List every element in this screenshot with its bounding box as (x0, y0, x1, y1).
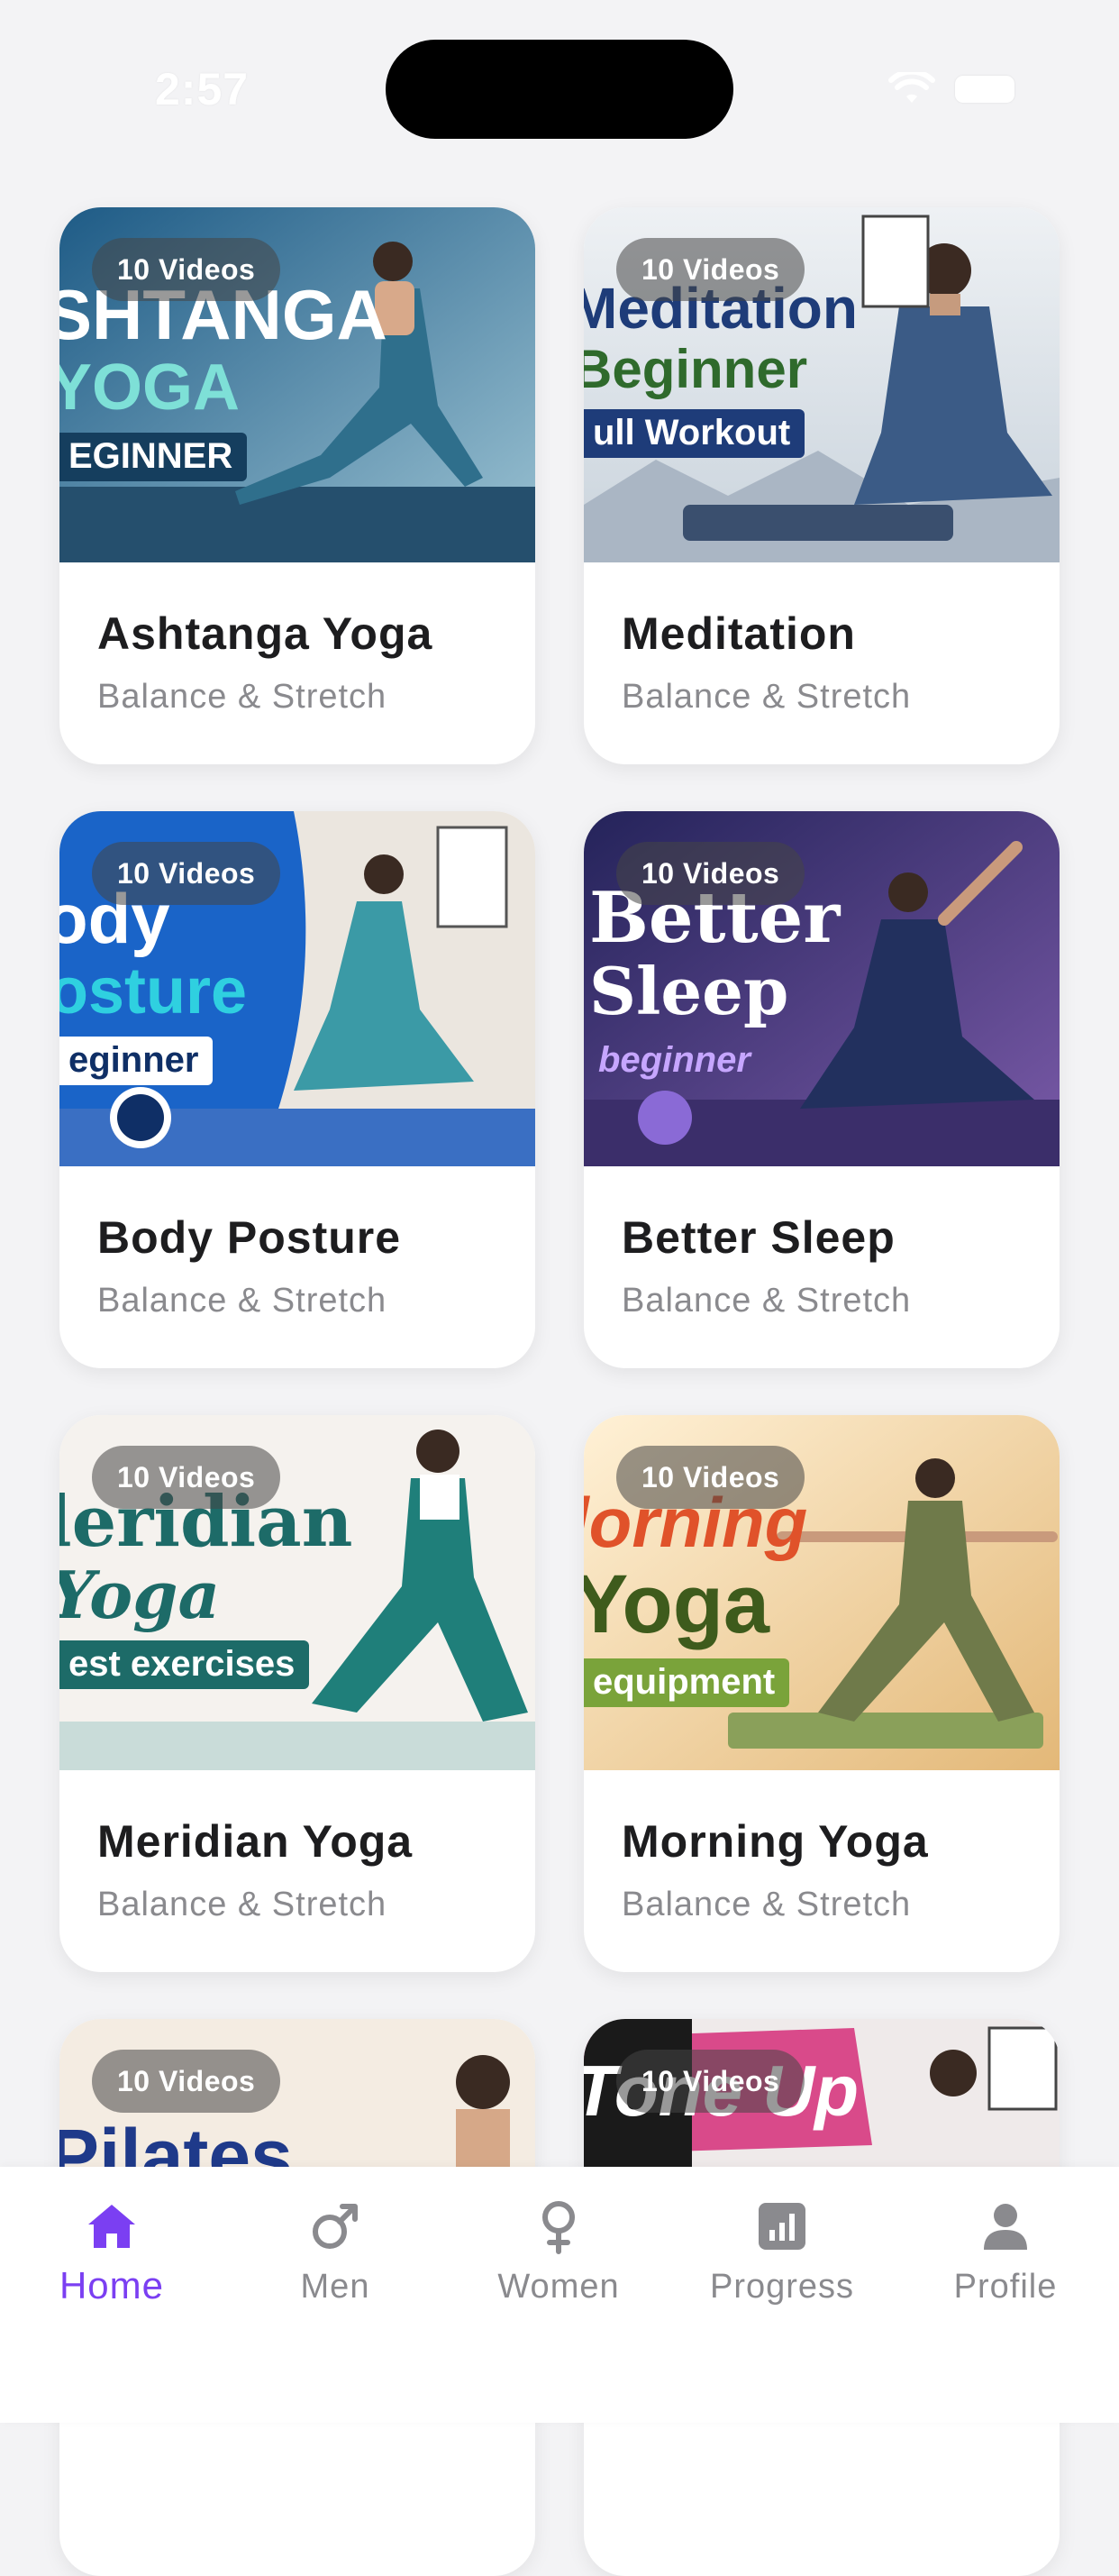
video-count-badge: 10 Videos (92, 238, 281, 301)
tab-label: Progress (709, 2268, 855, 2306)
program-card[interactable]: Better Sleep beginner 10 Videos Better S… (584, 811, 1060, 1368)
status-bar: 2:57 (0, 0, 1119, 171)
thumbnail-line2: Sleep (589, 953, 789, 1029)
thumbnail-text: ody osture eginner (59, 883, 535, 1085)
thumbnail-line3: est exercises (59, 1640, 310, 1689)
battery-icon (955, 76, 1014, 103)
card-thumbnail: Better Sleep beginner 10 Videos (584, 811, 1060, 1166)
person-icon (984, 2204, 1027, 2250)
thumbnail-line3: beginner (598, 1040, 751, 1080)
status-time: 2:57 (155, 64, 250, 114)
card-thumbnail: leridian Yoga est exercises 10 Videos (59, 1415, 535, 1770)
card-subtitle: Balance & Stretch (97, 1282, 387, 1320)
thumbnail-text: Meditation Beginner ull Workout (584, 279, 1060, 458)
card-thumbnail: ody osture eginner 10 Videos (59, 811, 535, 1166)
tab-label: Women (497, 2268, 620, 2306)
thumbnail-line2: Beginner (584, 339, 808, 399)
thumbnail-line3: EGINNER (59, 433, 248, 481)
status-icons (888, 72, 1014, 106)
chart-icon (759, 2203, 805, 2250)
female-symbol-icon (542, 2201, 575, 2254)
card-subtitle: Balance & Stretch (622, 1282, 912, 1320)
card-subtitle: Balance & Stretch (622, 678, 912, 716)
video-count-badge: 10 Videos (92, 1446, 281, 1509)
card-title: Meditation (622, 608, 856, 659)
thumbnail-line3: equipment (584, 1658, 790, 1707)
thumbnail-line2: osture (59, 955, 248, 1028)
program-card[interactable]: lorning Yoga equipment 10 Videos Morning… (584, 1415, 1060, 1972)
program-card[interactable]: Meditation Beginner ull Workout 10 Video… (584, 207, 1060, 764)
thumbnail-text: Better Sleep beginner (584, 883, 1060, 1085)
thumbnail-line2: YOGA (59, 352, 241, 424)
tab-progress[interactable]: Progress (692, 2197, 872, 2307)
card-subtitle: Balance & Stretch (97, 678, 387, 716)
dynamic-island (386, 40, 733, 139)
video-count-badge: 10 Videos (616, 238, 805, 301)
tab-men[interactable]: Men (245, 2197, 425, 2307)
card-thumbnail: SHTANGA YOGA EGINNER 10 Videos (59, 207, 535, 562)
thumbnail-line3: ull Workout (584, 409, 805, 458)
thumbnail-line2: Yoga (59, 1557, 221, 1633)
thumbnail-text: leridian Yoga est exercises (59, 1487, 535, 1689)
card-subtitle: Balance & Stretch (97, 1886, 387, 1923)
tab-women[interactable]: Women (469, 2197, 649, 2307)
wifi-icon (888, 72, 935, 103)
thumbnail-text: lorning Yoga equipment (584, 1487, 1060, 1707)
bottom-tab-bar: Home Men Women Progress Profile (0, 2167, 1119, 2423)
thumbnail-text: SHTANGA YOGA EGINNER (59, 279, 535, 481)
video-count-badge: 10 Videos (616, 2050, 805, 2113)
video-count-badge: 10 Videos (92, 2050, 281, 2113)
card-title: Morning Yoga (622, 1816, 929, 1867)
card-subtitle: Balance & Stretch (622, 1886, 912, 1923)
thumbnail-line2: Yoga (584, 1558, 770, 1650)
male-symbol-icon (313, 2204, 358, 2249)
tab-profile[interactable]: Profile (915, 2197, 1096, 2307)
card-thumbnail: lorning Yoga equipment 10 Videos (584, 1415, 1060, 1770)
card-thumbnail: Meditation Beginner ull Workout 10 Video… (584, 207, 1060, 562)
tab-home[interactable]: Home (22, 2197, 202, 2307)
program-card[interactable]: ody osture eginner 10 Videos Body Postur… (59, 811, 535, 1368)
card-title: Meridian Yoga (97, 1816, 414, 1867)
program-card[interactable]: SHTANGA YOGA EGINNER 10 Videos Ashtanga … (59, 207, 535, 764)
video-count-badge: 10 Videos (92, 842, 281, 905)
tab-label: Profile (953, 2268, 1058, 2306)
thumbnail-line3: eginner (59, 1037, 214, 1085)
program-card[interactable]: leridian Yoga est exercises 10 Videos Me… (59, 1415, 535, 1972)
tab-label: Home (59, 2264, 165, 2307)
card-title: Ashtanga Yoga (97, 608, 433, 659)
tab-label: Men (300, 2268, 370, 2306)
video-count-badge: 10 Videos (616, 1446, 805, 1509)
card-title: Body Posture (97, 1212, 402, 1263)
card-title: Better Sleep (622, 1212, 896, 1263)
video-count-badge: 10 Videos (616, 842, 805, 905)
house-icon (88, 2205, 135, 2248)
